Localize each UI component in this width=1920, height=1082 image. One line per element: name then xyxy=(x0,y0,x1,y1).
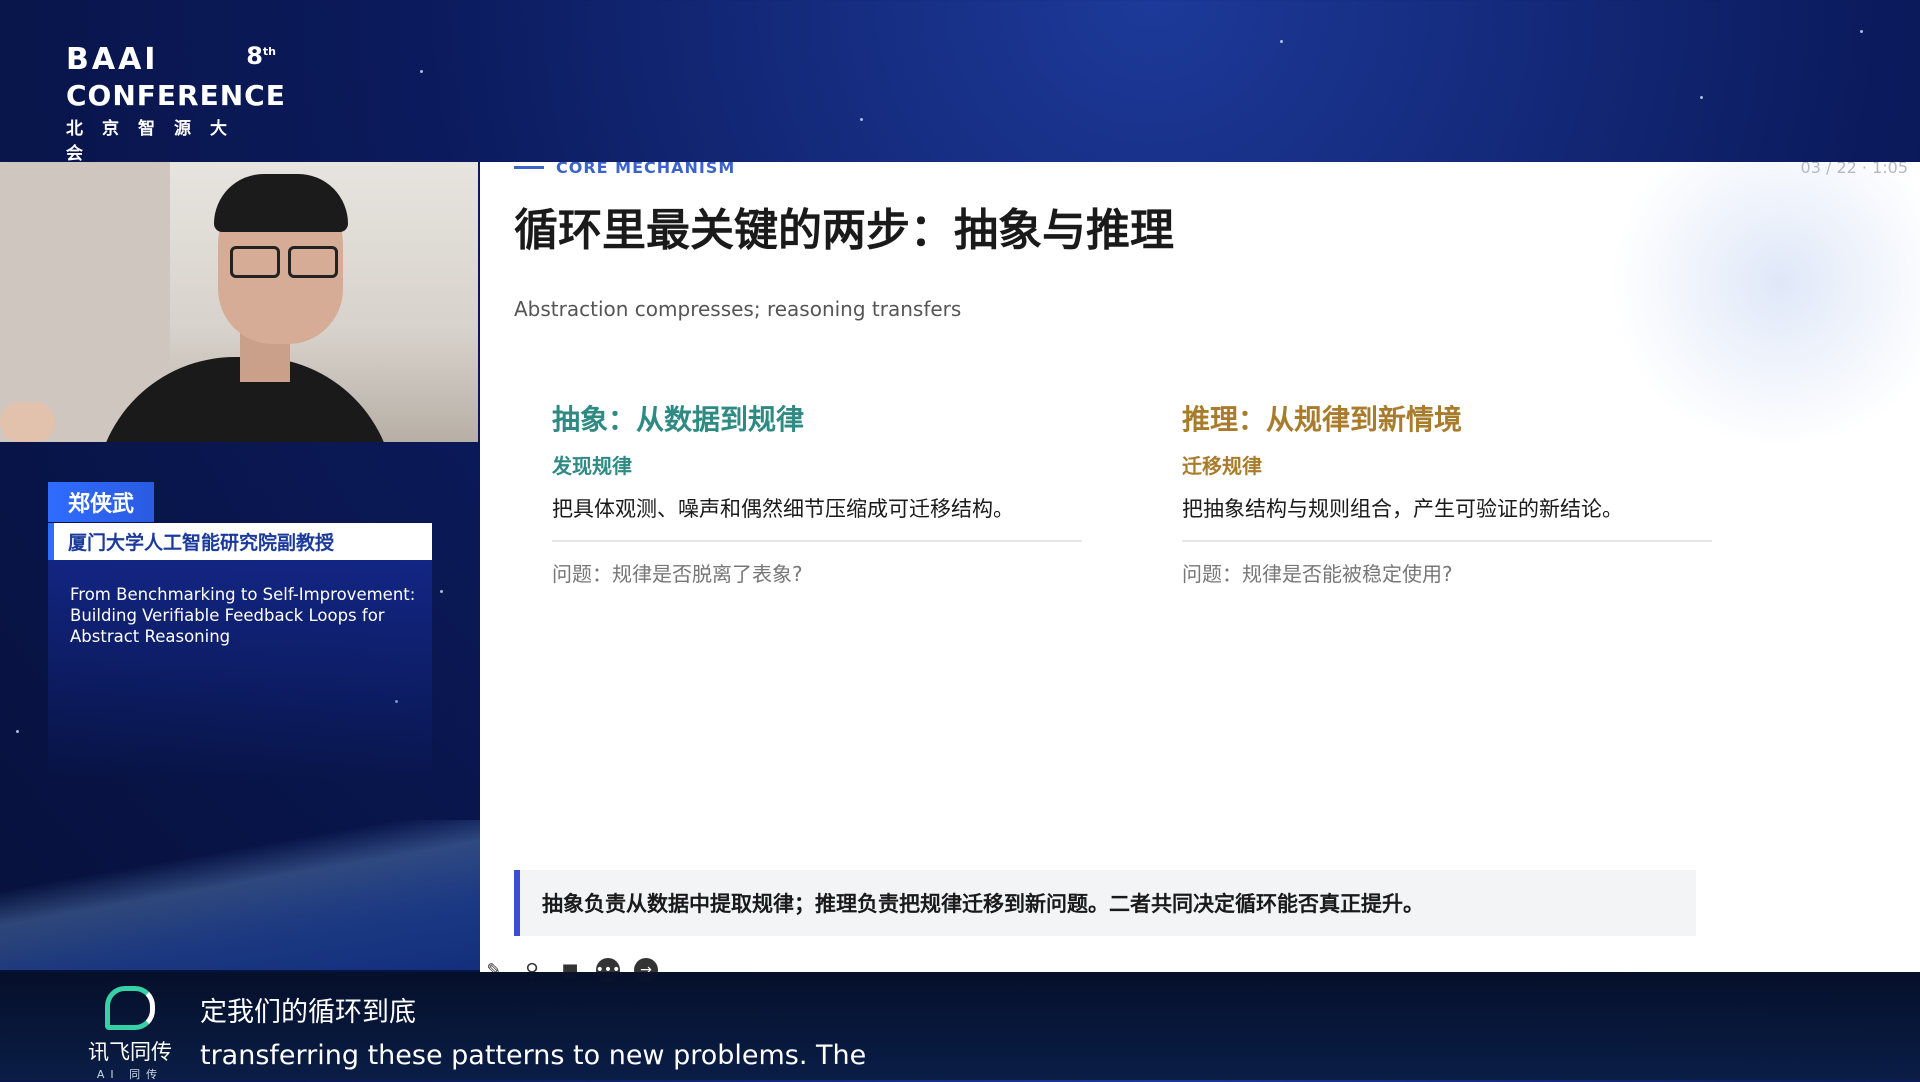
background-star xyxy=(16,730,19,733)
mountain-backdrop xyxy=(0,820,480,970)
abstraction-description: 把具体观测、噪声和偶然细节压缩成可迁移结构。 xyxy=(552,497,1014,521)
abstraction-column: 抽象：从数据到规律 发现规律 把具体观测、噪声和偶然细节压缩成可迁移结构。 问题… xyxy=(552,398,1082,587)
speaker-name: 郑侠武 xyxy=(48,482,155,522)
summary-callout: 抽象负责从数据中提取规律；推理负责把规律迁移到新问题。二者共同决定循环能否真正提… xyxy=(514,870,1696,936)
background-star xyxy=(440,590,443,593)
presentation-slide: CORE MECHANISM 03 / 22 · 1:05 循环里最关键的两步：… xyxy=(480,162,1920,972)
reasoning-heading: 推理：从规律到新情境 xyxy=(1182,403,1463,436)
slide-title: 循环里最关键的两步：抽象与推理 xyxy=(514,205,1174,256)
slide-page-indicator: 03 / 22 · 1:05 xyxy=(1800,162,1908,177)
slide-kicker: CORE MECHANISM xyxy=(514,162,735,177)
divider xyxy=(1182,540,1712,542)
reasoning-description: 把抽象结构与规则组合，产生可验证的新结论。 xyxy=(1182,497,1623,521)
background-star xyxy=(420,70,423,73)
background-star xyxy=(1700,96,1703,99)
reasoning-question: 问题：规律是否能被稳定使用? xyxy=(1182,562,1453,586)
reasoning-column: 推理：从规律到新情境 迁移规律 把抽象结构与规则组合，产生可验证的新结论。 问题… xyxy=(1182,398,1712,587)
summary-callout-text: 抽象负责从数据中提取规律；推理负责把规律迁移到新问题。二者共同决定循环能否真正提… xyxy=(542,892,1424,916)
background-star xyxy=(860,118,863,121)
abstraction-heading: 抽象：从数据到规律 xyxy=(552,403,805,436)
talk-title: From Benchmarking to Self-Improvement: B… xyxy=(70,585,416,646)
caption-english: transferring these patterns to new probl… xyxy=(200,1040,867,1071)
conference-logo: BAAI 8th CONFERENCE 北京智源大会 xyxy=(66,42,286,164)
speaker-affiliation: 厦门大学人工智能研究院副教授 xyxy=(48,523,432,560)
speaker-video xyxy=(0,162,478,442)
logo-edition: 8th xyxy=(246,42,276,70)
translation-brand-name: 讯飞同传 xyxy=(88,1040,172,1064)
iflytek-logo-icon xyxy=(105,986,155,1030)
translation-brand: 讯飞同传 AI 同传 xyxy=(84,986,176,1082)
abstraction-subheading: 发现规律 xyxy=(552,454,632,478)
logo-chinese: 北京智源大会 xyxy=(66,119,246,164)
background-star xyxy=(1860,30,1863,33)
abstraction-question: 问题：规律是否脱离了表象? xyxy=(552,562,803,586)
reasoning-subheading: 迁移规律 xyxy=(1182,454,1262,478)
speaker-affiliation-text: 厦门大学人工智能研究院副教授 xyxy=(68,532,335,554)
slide-subtitle: Abstraction compresses; reasoning transf… xyxy=(514,297,962,321)
logo-conference: CONFERENCE xyxy=(66,79,286,112)
slide-kicker-text: CORE MECHANISM xyxy=(556,162,736,177)
logo-baai: BAAI xyxy=(66,42,159,77)
background-star xyxy=(1280,40,1283,43)
divider xyxy=(552,540,1082,542)
caption-chinese: 定我们的循环到底 xyxy=(200,997,416,1028)
